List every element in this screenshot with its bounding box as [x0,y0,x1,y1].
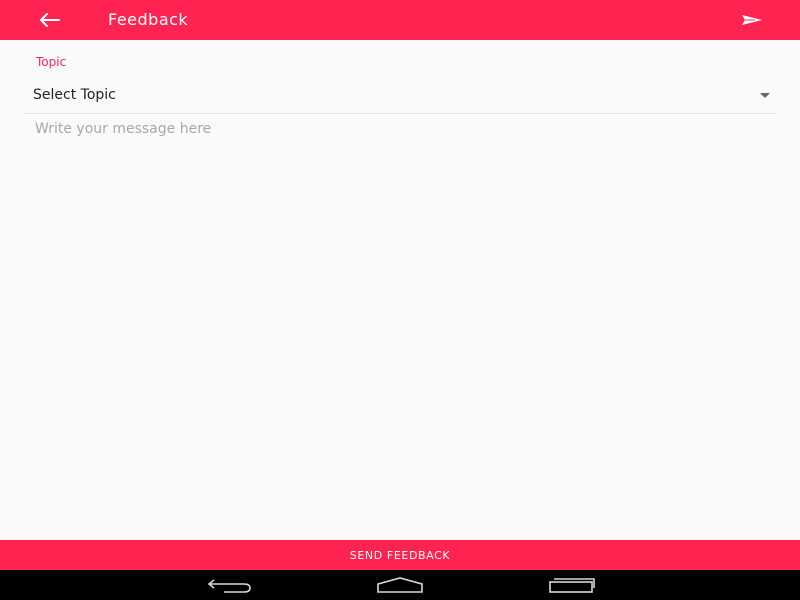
send-icon [742,15,762,25]
caret-down-icon [760,93,770,98]
topic-selected-value: Select Topic [33,87,116,103]
nav-home-icon [377,577,423,593]
nav-home-button[interactable] [370,574,430,596]
send-feedback-button[interactable]: SEND FEEDBACK [0,540,800,570]
topic-dropdown[interactable]: Select Topic [24,80,776,114]
send-button[interactable] [740,10,764,30]
message-input[interactable] [24,116,776,536]
page-title: Feedback [108,10,189,29]
app-toolbar: Feedback [0,0,800,40]
arrow-back-icon [40,13,60,27]
nav-recents-button[interactable] [542,574,602,596]
nav-back-button[interactable] [199,574,259,596]
back-button[interactable] [36,9,62,31]
feedback-screen: Feedback Topic Select Topic SEND FEEDBAC… [0,0,800,600]
topic-label: Topic [36,55,67,69]
nav-back-icon [207,579,251,593]
nav-recents-icon [549,578,595,593]
system-nav-bar [0,570,800,600]
